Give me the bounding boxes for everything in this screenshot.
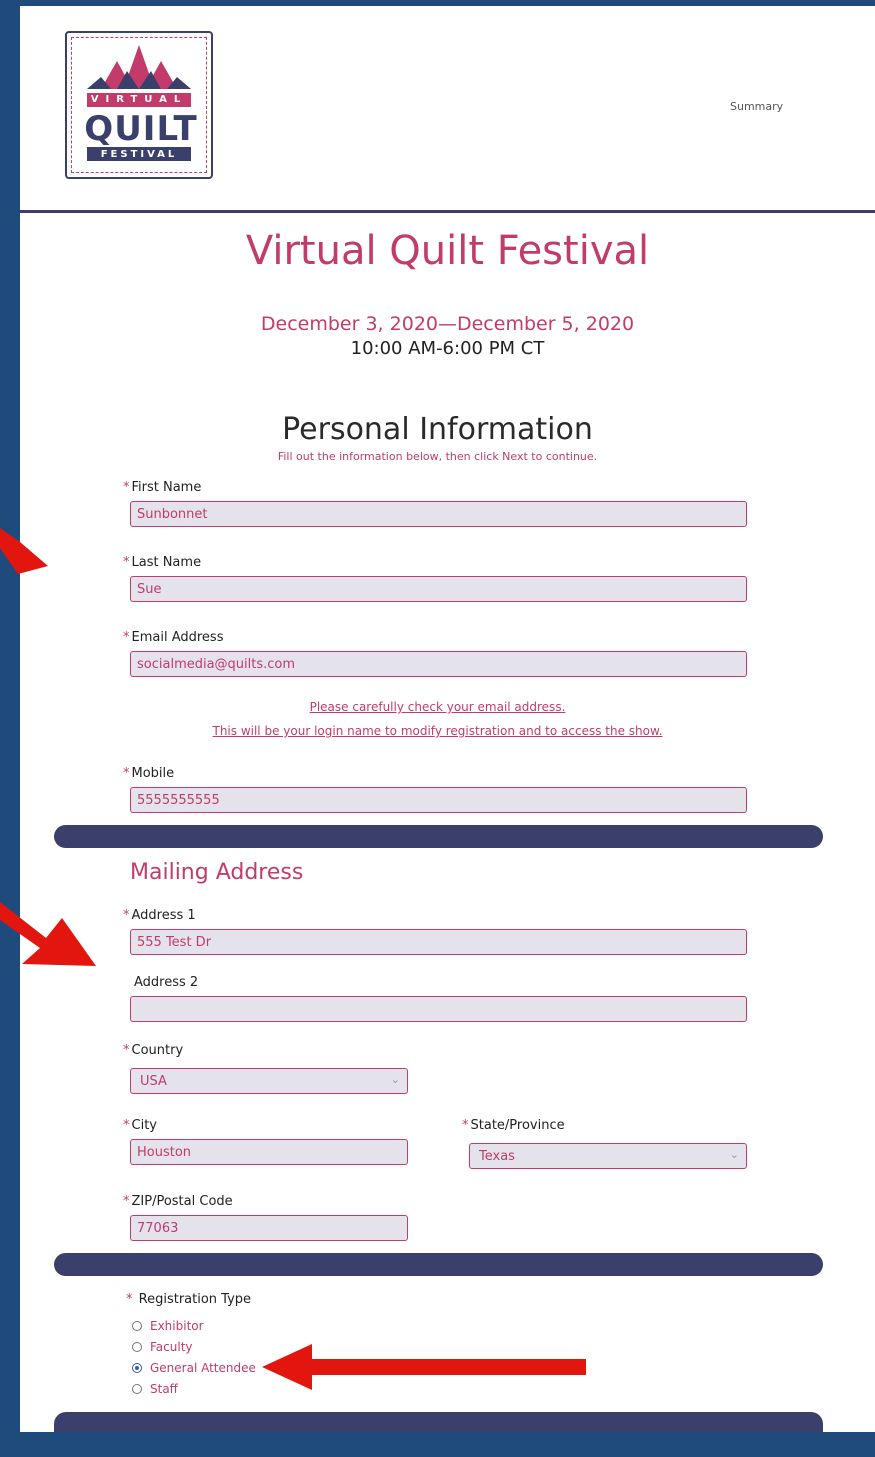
first-name-label: * First Name (123, 480, 202, 495)
radio-faculty[interactable]: Faculty (132, 1340, 193, 1354)
last-name-field[interactable]: Sue (130, 576, 747, 602)
country-selected-value: USA (140, 1074, 167, 1089)
country-select[interactable]: USA ⌄ (130, 1068, 408, 1094)
address2-label: Address 2 (134, 975, 199, 990)
chevron-down-icon: ⌄ (390, 1073, 400, 1086)
left-frame-border (0, 0, 20, 1457)
state-select[interactable]: Texas ⌄ (469, 1143, 747, 1169)
radio-button[interactable] (132, 1341, 142, 1352)
radio-button-selected[interactable] (132, 1362, 142, 1373)
radio-staff[interactable]: Staff (132, 1382, 178, 1396)
state-selected-value: Texas (479, 1149, 515, 1164)
email-check-note[interactable]: Please carefully check your email addres… (20, 700, 855, 714)
email-field[interactable]: socialmedia@quilts.com (130, 651, 747, 677)
red-arrow-icon (262, 1344, 586, 1390)
logo-festival-text: FESTIVAL (100, 149, 178, 160)
last-name-label: * Last Name (123, 555, 202, 570)
radio-exhibitor[interactable]: Exhibitor (132, 1319, 204, 1333)
country-label: * Country (123, 1043, 184, 1058)
top-frame-border (0, 0, 875, 6)
email-label: * Email Address (123, 630, 224, 645)
mobile-label: * Mobile (123, 766, 175, 781)
bottom-frame-border (0, 1432, 875, 1457)
red-arrow-icon (0, 902, 96, 966)
radio-general-attendee[interactable]: General Attendee (132, 1361, 256, 1375)
radio-button[interactable] (132, 1383, 142, 1394)
radio-button[interactable] (132, 1320, 142, 1331)
event-title: Virtual Quilt Festival (245, 228, 650, 274)
logo-quilt-text: QUILT (84, 109, 198, 149)
header-divider (20, 210, 875, 213)
personal-info-instructions: Fill out the information below, then cli… (277, 450, 598, 463)
address1-label: * Address 1 (123, 908, 196, 923)
section-divider-bar (54, 1253, 823, 1276)
zip-label: * ZIP/Postal Code (123, 1194, 233, 1209)
zip-field[interactable]: 77063 (130, 1215, 408, 1241)
section-divider-bar (54, 825, 823, 848)
registration-type-label: * Registration Type (126, 1292, 252, 1307)
summary-link[interactable]: Summary (730, 100, 783, 113)
mailing-address-heading: Mailing Address (130, 860, 304, 885)
mobile-field[interactable]: 5555555555 (130, 787, 747, 813)
logo-virtual-text: VIRTUAL (90, 94, 188, 105)
event-times: 10:00 AM-6:00 PM CT (350, 338, 545, 359)
city-label: * City (123, 1118, 157, 1133)
personal-info-heading: Personal Information (282, 412, 593, 447)
city-field[interactable]: Houston (130, 1139, 408, 1165)
address2-field[interactable] (130, 996, 747, 1022)
first-name-field[interactable]: Sunbonnet (130, 501, 747, 527)
state-label: * State/Province (462, 1118, 565, 1133)
event-dates: December 3, 2020—December 5, 2020 (260, 313, 635, 335)
section-divider-bar (54, 1412, 823, 1432)
virtual-quilt-festival-logo[interactable]: VIRTUAL QUILT FESTIVAL (65, 31, 213, 179)
address1-field[interactable]: 555 Test Dr (130, 929, 747, 955)
chevron-down-icon: ⌄ (729, 1148, 739, 1161)
red-arrow-icon (0, 528, 48, 574)
email-login-note[interactable]: This will be your login name to modify r… (20, 724, 855, 738)
